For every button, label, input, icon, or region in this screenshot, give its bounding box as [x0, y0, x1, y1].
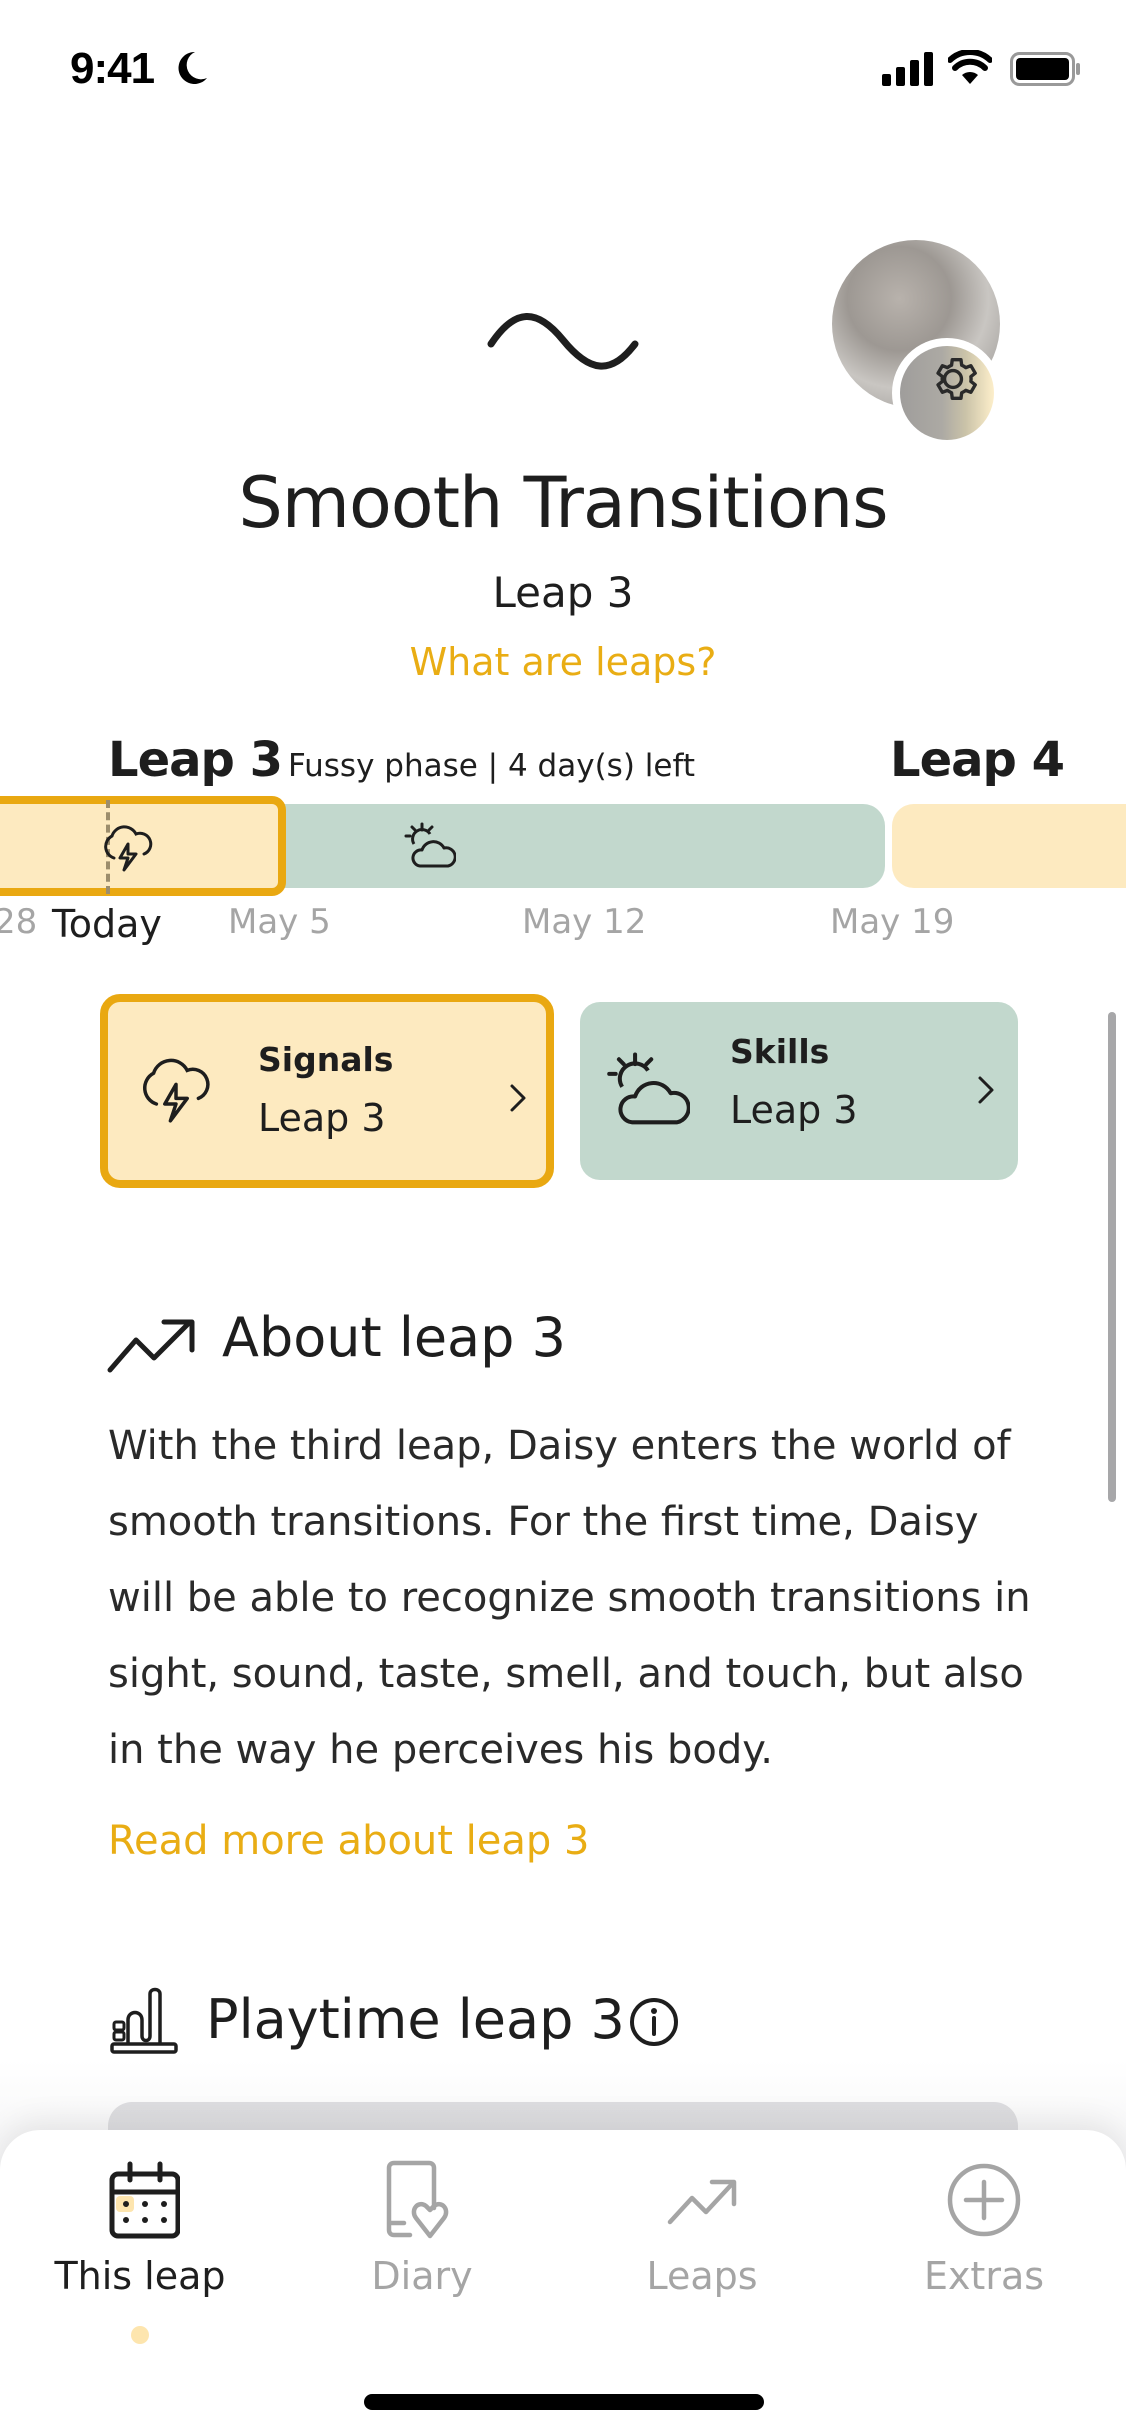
chevron-right-icon [510, 1084, 526, 1112]
about-title: About leap 3 [222, 1306, 566, 1369]
wave-icon [487, 313, 639, 370]
trend-up-icon [107, 1319, 195, 1373]
tab-this-leap[interactable]: This leap [30, 2160, 250, 2310]
leap-subtitle: Leap 3 [492, 568, 634, 617]
read-more-link[interactable]: Read more about leap 3 [108, 1818, 589, 1864]
tab-diary[interactable]: Diary [312, 2160, 532, 2310]
card-title: Signals [258, 1040, 394, 1079]
about-body: With the third leap, Daisy enters the wo… [108, 1423, 1031, 1773]
trend-up-icon [667, 2179, 737, 2225]
card-subtitle: Leap 3 [730, 1088, 858, 1132]
tab-label: Diary [371, 2254, 473, 2298]
tab-leaps[interactable]: Leaps [592, 2160, 812, 2310]
diary-heart-icon [386, 2160, 449, 2239]
timeline-date: May 19 [830, 902, 955, 942]
tab-label: This leap [54, 2254, 226, 2298]
timeline-date: May 5 [228, 902, 331, 942]
timeline-today-label: Today [52, 902, 162, 946]
active-tab-indicator [131, 2326, 149, 2344]
toy-icon [110, 1987, 178, 2054]
skills-card[interactable]: Skills Leap 3 [580, 1002, 1018, 1180]
timeline-date: May 12 [522, 902, 647, 942]
timeline-segment-next-leap[interactable] [892, 804, 1126, 888]
timeline-segment-skills[interactable] [270, 804, 885, 888]
plus-circle-icon [947, 2163, 1021, 2237]
status-bar: 9:41 [0, 0, 1126, 140]
tab-extras[interactable]: Extras [874, 2160, 1094, 2310]
sun-cloud-icon [607, 1052, 690, 1125]
gear-icon [936, 357, 977, 401]
tab-label: Extras [923, 2254, 1045, 2298]
wifi-icon [948, 50, 992, 84]
profile-avatar-button[interactable] [832, 240, 1022, 450]
page-title: Smooth Transitions [238, 462, 888, 544]
timeline-date: 28 [0, 902, 38, 942]
timeline-next-leap: Leap 4 [890, 732, 1065, 788]
settings-badge[interactable] [892, 338, 1002, 448]
sun-cloud-icon [404, 822, 456, 868]
storm-cloud-icon [104, 825, 153, 872]
card-title: Skills [730, 1032, 830, 1071]
status-time: 9:41 [70, 44, 155, 93]
calendar-icon [109, 2161, 180, 2239]
tab-label: Leaps [646, 2254, 758, 2298]
home-indicator[interactable] [364, 2394, 764, 2410]
card-subtitle: Leap 3 [258, 1096, 386, 1140]
info-icon[interactable] [628, 1996, 680, 2048]
scrollbar[interactable] [1108, 1012, 1116, 1502]
signal-icon [882, 52, 933, 86]
storm-cloud-icon [143, 1058, 210, 1123]
playtime-title: Playtime leap 3 [206, 1988, 625, 2051]
chevron-right-icon [978, 1076, 994, 1104]
signals-card[interactable]: Signals Leap 3 [100, 994, 554, 1188]
timeline-current-leap: Leap 3 [108, 732, 283, 788]
battery-icon [1010, 52, 1080, 86]
moon-icon [178, 51, 207, 84]
what-are-leaps-link[interactable]: What are leaps? [0, 640, 1126, 684]
timeline-status: Fussy phase | 4 day(s) left [288, 748, 695, 784]
